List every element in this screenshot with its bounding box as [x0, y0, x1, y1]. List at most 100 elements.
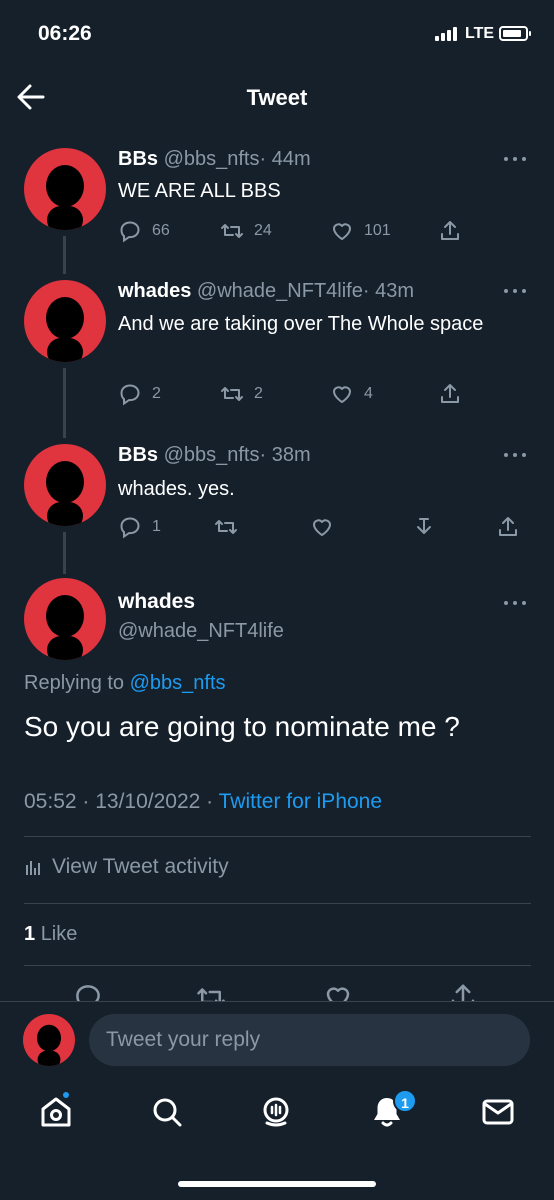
- home-icon: [41, 1097, 71, 1127]
- author-name[interactable]: BBs: [118, 444, 158, 466]
- tweet-text: WE ARE ALL BBS: [118, 180, 281, 202]
- retweet-count: 24: [254, 222, 272, 239]
- tweet-actions: 66 24 101: [118, 216, 528, 246]
- reply-count: 1: [152, 518, 161, 535]
- thread-connector: [63, 368, 66, 438]
- tweet-header: BBs @bbs_nfts· 44m: [118, 148, 311, 171]
- page-title: Tweet: [246, 85, 308, 110]
- retweet-icon: [221, 224, 243, 238]
- tweet-timestamp: 05:52 · 13/10/2022 · Twitter for iPhone: [24, 790, 382, 814]
- retweet-count: 2: [254, 385, 263, 402]
- top-nav: Tweet: [0, 62, 554, 132]
- retweet-button[interactable]: [214, 512, 248, 542]
- share-button[interactable]: [438, 216, 462, 246]
- like-button[interactable]: 101: [330, 216, 391, 246]
- like-button[interactable]: [310, 512, 344, 542]
- tab-search[interactable]: [149, 1094, 185, 1130]
- reply-button[interactable]: 66: [118, 216, 170, 246]
- share-button[interactable]: [438, 379, 462, 409]
- home-indicator: [178, 1181, 376, 1187]
- home-new-indicator: [61, 1090, 71, 1100]
- heart-icon: [333, 223, 351, 240]
- silhouette-icon: [46, 297, 84, 362]
- retweet-icon: [215, 520, 237, 534]
- reply-composer: Tweet your reply: [0, 1001, 554, 1078]
- notifications-badge: 1: [393, 1089, 417, 1113]
- more-options-icon[interactable]: [504, 450, 528, 460]
- author-handle[interactable]: @whade_NFT4life: [118, 620, 284, 643]
- author-handle[interactable]: @whade_NFT4life: [197, 280, 363, 302]
- tab-spaces[interactable]: [258, 1094, 294, 1130]
- my-avatar[interactable]: [23, 1014, 75, 1066]
- download-arrow-icon: [417, 518, 431, 534]
- likes-label: Like: [40, 923, 78, 945]
- tweet-time: · 38m: [259, 444, 311, 466]
- tab-messages[interactable]: [480, 1094, 516, 1130]
- tab-home[interactable]: [38, 1094, 74, 1130]
- author-name[interactable]: whades: [118, 280, 191, 302]
- more-options-icon[interactable]: [504, 286, 528, 296]
- reply-icon[interactable]: [73, 982, 103, 1002]
- like-count: 4: [364, 385, 373, 402]
- avatar[interactable]: [24, 578, 106, 660]
- tweet-text: So you are going to nominate me ?: [24, 711, 460, 742]
- share-icon[interactable]: [448, 982, 478, 1002]
- heart-icon[interactable]: [323, 982, 353, 1002]
- like-count: 101: [364, 222, 391, 239]
- silhouette-icon: [46, 595, 84, 660]
- reply-button[interactable]: 1: [118, 512, 161, 542]
- divider: [24, 836, 531, 837]
- search-icon: [153, 1098, 182, 1127]
- more-options-icon[interactable]: [504, 154, 528, 164]
- like-button[interactable]: 4: [330, 379, 373, 409]
- retweet-icon[interactable]: [196, 982, 226, 1002]
- tweet-text: whades. yes.: [118, 478, 235, 500]
- thread-connector: [63, 532, 66, 574]
- tweet-time: · 44m: [259, 148, 311, 170]
- avatar[interactable]: [24, 148, 106, 230]
- avatar[interactable]: [24, 280, 106, 362]
- tweet-header: BBs @bbs_nfts· 38m: [118, 444, 311, 467]
- heart-icon: [313, 519, 331, 536]
- tweet-detail-screen: 06:26 LTE Tweet BBs @bbs_nfts· 44m WE AR…: [0, 0, 554, 1200]
- source-link[interactable]: Twitter for iPhone: [219, 790, 382, 813]
- author-name[interactable]: whades: [118, 590, 195, 614]
- replying-label: Replying to: [24, 672, 125, 694]
- replying-mention-link[interactable]: @bbs_nfts: [130, 672, 226, 694]
- status-time: 06:26: [38, 22, 92, 45]
- reply-count: 2: [152, 385, 161, 402]
- share-button[interactable]: [496, 512, 520, 542]
- divider: [24, 965, 531, 966]
- avatar[interactable]: [24, 444, 106, 526]
- more-options-icon[interactable]: [504, 598, 528, 608]
- tweet-time: · 43m: [362, 280, 414, 302]
- timestamp-text: 05:52 · 13/10/2022 ·: [24, 790, 214, 813]
- status-bar: 06:26 LTE: [0, 0, 554, 62]
- reply-count: 66: [152, 222, 170, 239]
- download-button[interactable]: [412, 512, 436, 542]
- signal-icon: [435, 26, 461, 41]
- share-icon: [499, 517, 517, 536]
- reply-icon: [120, 517, 140, 539]
- reply-input[interactable]: Tweet your reply: [89, 1014, 530, 1066]
- replying-to: Replying to @bbs_nfts: [24, 672, 226, 695]
- tweet-actions: 2 2 4: [118, 379, 528, 409]
- tweet-text: And we are taking over The Whole space: [118, 313, 484, 335]
- mail-icon: [482, 1099, 514, 1125]
- retweet-button[interactable]: 24: [220, 216, 272, 246]
- reply-icon: [120, 221, 140, 243]
- battery-icon: [499, 26, 531, 41]
- retweet-icon: [221, 387, 243, 401]
- silhouette-icon: [46, 165, 84, 230]
- view-activity-button[interactable]: View Tweet activity: [24, 855, 229, 879]
- divider: [24, 903, 531, 904]
- reply-button[interactable]: 2: [118, 379, 161, 409]
- author-handle[interactable]: @bbs_nfts: [164, 444, 260, 466]
- retweet-button[interactable]: 2: [220, 379, 263, 409]
- author-name[interactable]: BBs: [118, 148, 158, 170]
- author-handle[interactable]: @bbs_nfts: [164, 148, 260, 170]
- heart-icon: [333, 386, 351, 403]
- silhouette-icon: [46, 461, 84, 526]
- likes-summary[interactable]: 1 Like: [24, 923, 77, 946]
- analytics-icon: [26, 861, 40, 875]
